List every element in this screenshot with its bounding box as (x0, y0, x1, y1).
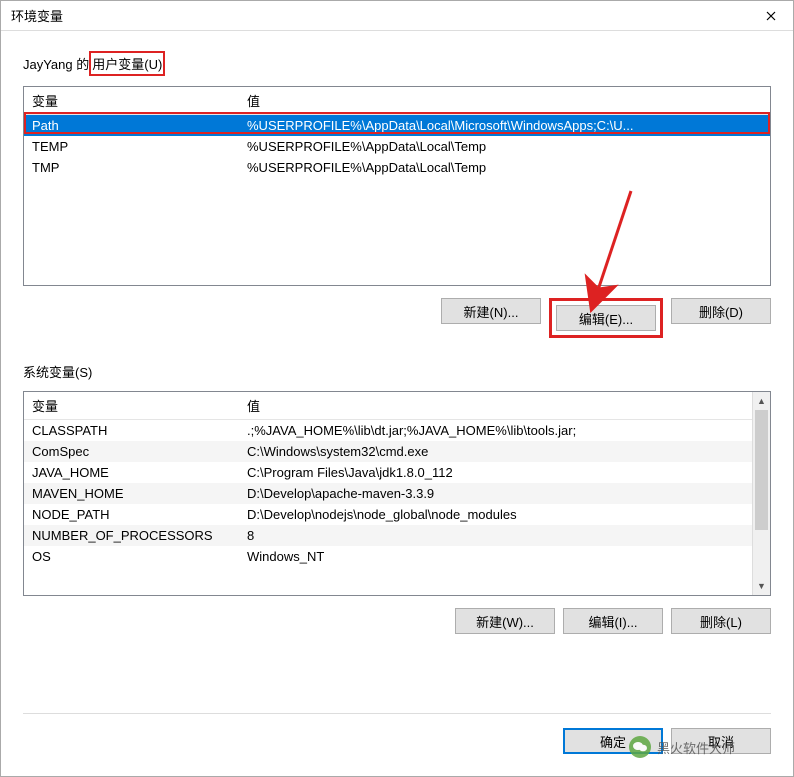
table-row[interactable]: TMP %USERPROFILE%\AppData\Local\Temp (24, 157, 770, 178)
table-row[interactable]: NUMBER_OF_PROCESSORS 8 (24, 525, 752, 546)
table-row[interactable]: ComSpec C:\Windows\system32\cmd.exe (24, 441, 752, 462)
col-header-variable[interactable]: 变量 (24, 392, 239, 419)
ok-button[interactable]: 确定 (563, 728, 663, 754)
col-header-value[interactable]: 值 (239, 87, 770, 114)
title-bar: 环境变量 (1, 1, 793, 31)
cell-var: TEMP (24, 136, 239, 157)
sys-delete-button[interactable]: 删除(L) (671, 608, 771, 634)
scroll-track[interactable] (753, 410, 770, 577)
cell-val: %USERPROFILE%\AppData\Local\Microsoft\Wi… (239, 115, 770, 136)
sys-table-header: 变量 值 (24, 392, 752, 420)
cell-val: %USERPROFILE%\AppData\Local\Temp (239, 136, 770, 157)
table-row[interactable]: CLASSPATH .;%JAVA_HOME%\lib\dt.jar;%JAVA… (24, 420, 752, 441)
sys-scrollbar[interactable]: ▲ ▼ (752, 392, 770, 595)
table-row[interactable]: JAVA_HOME C:\Program Files\Java\jdk1.8.0… (24, 462, 752, 483)
sys-vars-label: 系统变量(S) (23, 362, 92, 381)
user-vars-table[interactable]: 变量 值 Path %USERPROFILE%\AppData\Local\Mi… (23, 86, 771, 286)
sys-new-button[interactable]: 新建(W)... (455, 608, 555, 634)
col-header-value[interactable]: 值 (239, 392, 752, 419)
cell-var: Path (24, 115, 239, 136)
table-row[interactable]: NODE_PATH D:\Develop\nodejs\node_global\… (24, 504, 752, 525)
user-edit-button[interactable]: 编辑(E)... (556, 305, 656, 331)
user-table-header: 变量 值 (24, 87, 770, 115)
table-row[interactable]: Path %USERPROFILE%\AppData\Local\Microso… (24, 115, 770, 136)
env-vars-dialog: 环境变量 JayYang 的用户变量(U) 变量 值 Path %USERPRO… (0, 0, 794, 777)
user-vars-label-prefix: JayYang 的 (23, 54, 89, 73)
scroll-down-icon[interactable]: ▼ (753, 577, 770, 595)
cell-var: TMP (24, 157, 239, 178)
cancel-button[interactable]: 取消 (671, 728, 771, 754)
sys-edit-button[interactable]: 编辑(I)... (563, 608, 663, 634)
scroll-up-icon[interactable]: ▲ (753, 392, 770, 410)
table-row[interactable]: TEMP %USERPROFILE%\AppData\Local\Temp (24, 136, 770, 157)
user-delete-button[interactable]: 删除(D) (671, 298, 771, 324)
annotation-highlight: 编辑(E)... (549, 298, 663, 338)
close-icon (766, 11, 776, 21)
sys-vars-table[interactable]: 变量 值 CLASSPATH .;%JAVA_HOME%\lib\dt.jar;… (23, 391, 771, 596)
scroll-thumb[interactable] (755, 410, 768, 530)
user-vars-label: 用户变量(U) (89, 51, 165, 76)
cell-val: %USERPROFILE%\AppData\Local\Temp (239, 157, 770, 178)
table-row[interactable]: OS Windows_NT (24, 546, 752, 567)
table-row[interactable]: MAVEN_HOME D:\Develop\apache-maven-3.3.9 (24, 483, 752, 504)
close-button[interactable] (748, 1, 793, 31)
window-title: 环境变量 (11, 6, 63, 25)
user-new-button[interactable]: 新建(N)... (441, 298, 541, 324)
col-header-variable[interactable]: 变量 (24, 87, 239, 114)
